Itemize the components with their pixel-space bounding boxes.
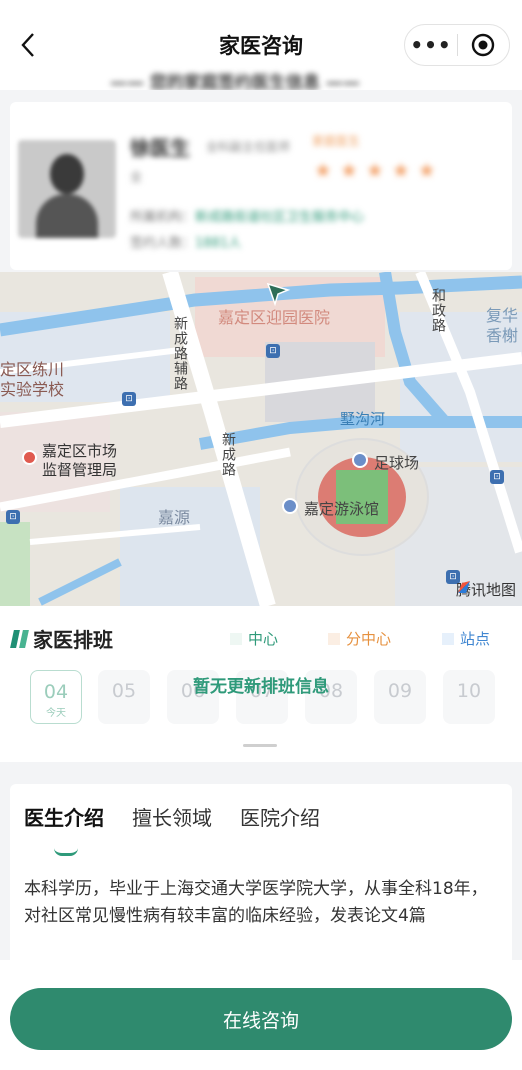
doctor-avatar	[18, 140, 116, 238]
drag-handle[interactable]	[243, 744, 277, 747]
active-tab-indicator	[54, 848, 78, 856]
doctor-tag: 家庭医生	[312, 134, 361, 148]
intro-card: 医生介绍 擅长领域 医院介绍 本科学历，毕业于上海交通大学医学院大学，从事全科1…	[10, 784, 512, 960]
map-label-river: 墅沟河	[340, 410, 386, 428]
map-label-jiayuan: 嘉源	[158, 508, 191, 527]
bus-stop-icon: ⊡	[490, 470, 504, 484]
map-label-road-hezheng: 和政路	[430, 288, 446, 333]
signed-value: 1881人	[195, 236, 242, 251]
legend-swatch-subcenter	[328, 632, 340, 645]
map-label-fuhua: 复华 香榭	[486, 306, 519, 345]
map-provider-logo: 腾讯地图	[456, 579, 516, 600]
schedule-panel: 家医排班 中心 分中心 站点 04 今天 05 06 07 08 09 10 暂…	[0, 606, 522, 762]
legend-label-station: 站点	[460, 630, 491, 648]
star-icon: ★	[417, 158, 436, 182]
tab-hospital-intro[interactable]: 医院介绍	[240, 802, 320, 831]
market-poi-icon	[22, 450, 37, 465]
football-poi-icon	[352, 452, 368, 468]
map-label-school: 定区练川 实验学校	[0, 360, 65, 399]
tab-doctor-intro[interactable]: 医生介绍	[24, 802, 104, 831]
more-menu-icon[interactable]: •••	[405, 33, 457, 57]
signed-label: 签约人数：	[130, 236, 196, 251]
institution-value: 新成路街道社区卫生服务中心	[195, 210, 365, 225]
star-icon: ★	[339, 158, 358, 182]
schedule-title-text: 家医排班	[33, 628, 113, 652]
bus-stop-icon: ⊡	[266, 344, 280, 358]
legend-label-subcenter: 分中心	[346, 630, 392, 648]
signed-row: 签约人数：1881人	[130, 232, 241, 251]
mini-program-capsule: •••	[404, 24, 510, 66]
map-label-road-aux: 新成路辅路	[172, 316, 188, 391]
rating-stars: ★ ★ ★ ★ ★	[314, 158, 436, 182]
close-mini-program-icon[interactable]	[458, 33, 509, 57]
institution-row: 所属机构：新成路街道社区卫生服务中心	[130, 206, 364, 225]
swimming-poi-icon	[282, 498, 298, 514]
tencent-map-icon	[457, 581, 470, 593]
bus-stop-icon: ⊡	[6, 510, 20, 524]
legend-center: 中心	[230, 628, 278, 649]
schedule-title: 家医排班	[10, 624, 113, 653]
legend-subcenter: 分中心	[328, 628, 391, 649]
legend-swatch-station	[442, 632, 454, 645]
online-consult-button[interactable]: 在线咨询	[10, 988, 512, 1050]
legend-label-center: 中心	[248, 630, 279, 648]
bus-stop-icon: ⊡	[122, 392, 136, 406]
signed-doctor-header: —— 您的家庭签约医生信息 ——	[0, 62, 522, 90]
doctor-intro-text: 本科学历，毕业于上海交通大学医学院大学，从事全科18年，对社区常见慢性病有较丰富…	[24, 879, 488, 926]
doctor-sub: 全	[130, 170, 143, 184]
doctor-title: 全科副主任医师	[206, 140, 291, 154]
institution-label: 所属机构：	[130, 210, 196, 225]
location-map[interactable]: 嘉定区迎园医院 新成路辅路 新成路 和政路 定区练川 实验学校 嘉定区市场 监督…	[0, 272, 522, 606]
map-label-market: 嘉定区市场 监督管理局	[42, 442, 118, 479]
map-label-road-xincheng: 新成路	[220, 432, 236, 477]
legend-swatch-center	[230, 632, 242, 645]
doctor-name: 徐医生	[130, 136, 190, 160]
star-icon: ★	[365, 158, 384, 182]
date-sub: 今天	[46, 708, 66, 719]
no-schedule-message: 暂无更新排班信息	[193, 677, 329, 697]
map-label-hospital: 嘉定区迎园医院	[218, 308, 331, 327]
title-bars-icon	[10, 629, 29, 648]
legend-station: 站点	[442, 628, 490, 649]
intro-tabs: 医生介绍 擅长领域 医院介绍	[24, 802, 320, 831]
map-label-swimming: 嘉定游泳馆	[304, 500, 380, 518]
map-label-football: 足球场	[374, 454, 420, 472]
doctor-card[interactable]: 徐医生 全科副主任医师 家庭医生 全 ★ ★ ★ ★ ★ 所属机构：新成路街道社…	[10, 102, 512, 270]
star-icon: ★	[314, 158, 332, 182]
tab-specialty[interactable]: 擅长领域	[132, 802, 212, 831]
star-icon: ★	[391, 158, 410, 182]
signed-doctor-heading: —— 您的家庭签约医生信息 ——	[110, 73, 360, 90]
